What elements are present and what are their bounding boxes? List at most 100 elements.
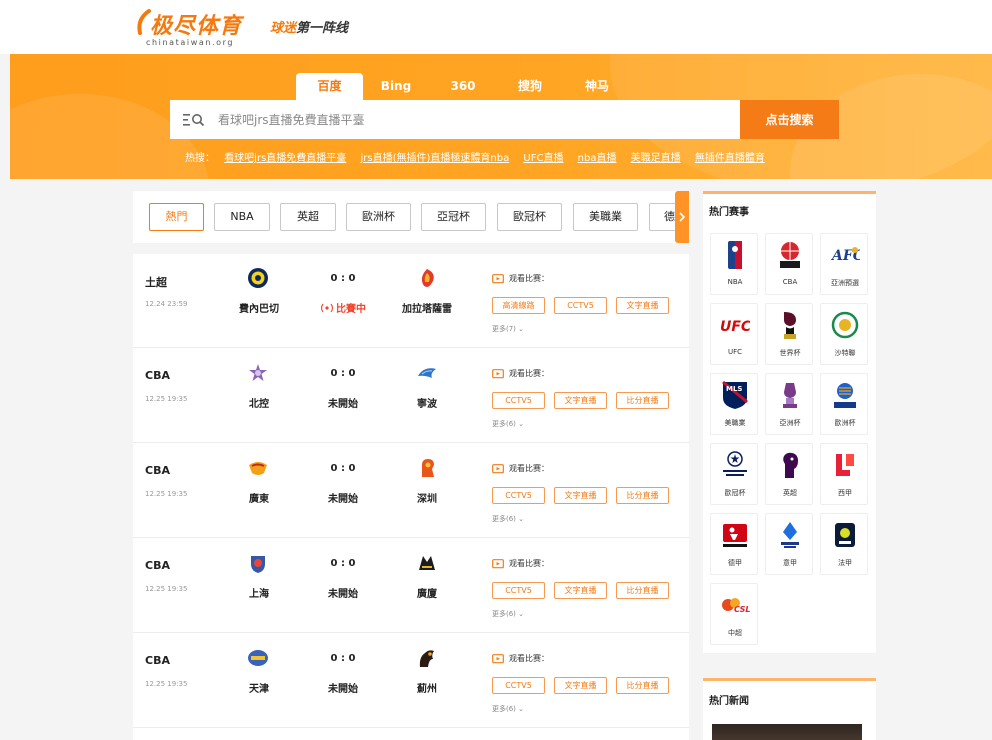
match-status-live: 比賽中: [309, 300, 377, 315]
event-euro[interactable]: 歐洲杯: [820, 373, 868, 435]
category-tab-afc-cup[interactable]: 亞冠杯: [421, 203, 486, 231]
stream-link[interactable]: CCTV5: [492, 677, 545, 694]
stream-link[interactable]: 文字直播: [616, 297, 669, 314]
match-status: 未開始: [328, 399, 358, 410]
event-premier-league[interactable]: 英超: [765, 443, 813, 505]
match-row[interactable]: CBA 12.25 19:35 0 : 0 上海 未開始 廣廈 观看比赛： CC…: [133, 539, 689, 633]
stream-link[interactable]: 文字直播: [554, 487, 607, 504]
shanghai-logo-icon: [251, 556, 265, 573]
hot-search-bar: 热搜： 看球吧jrs直播免費直播平臺 jrs直播(無插件)直播極速體育nba U…: [185, 149, 776, 164]
site-logo[interactable]: 极尽体育: [150, 8, 242, 40]
more-links-button[interactable]: 更多(6) ⌄: [492, 609, 524, 619]
event-bundesliga[interactable]: 德甲: [710, 513, 758, 575]
ufc-logo-icon: UFC: [720, 319, 750, 335]
hot-search-label: 热搜：: [185, 153, 215, 164]
search-button[interactable]: 点击搜索: [740, 100, 839, 139]
chevron-right-icon: [679, 212, 686, 222]
stream-link[interactable]: 高清線路: [492, 297, 545, 314]
engine-tab-sogou[interactable]: 搜狗: [502, 73, 558, 100]
search-input[interactable]: [218, 108, 718, 132]
hot-search-link[interactable]: jrs直播(無插件)直播極速體育nba: [360, 153, 509, 164]
more-links-button[interactable]: 更多(7) ⌄: [492, 324, 524, 334]
stream-link[interactable]: 比分直播: [616, 582, 669, 599]
category-tab-nba[interactable]: NBA: [214, 203, 270, 231]
event-laliga[interactable]: 西甲: [820, 443, 868, 505]
event-serie-a[interactable]: 意甲: [765, 513, 813, 575]
afc-logo-icon: AFC: [830, 247, 860, 264]
stream-link[interactable]: 文字直播: [554, 392, 607, 409]
match-away-team[interactable]: 加拉塔薩雷: [389, 300, 465, 315]
search-icon: [183, 114, 205, 127]
event-mls[interactable]: MLS 美職業: [710, 373, 758, 435]
event-cba[interactable]: CBA: [765, 233, 813, 295]
hot-search-link[interactable]: 看球吧jrs直播免費直播平臺: [224, 153, 346, 164]
match-row[interactable]: CBA 12.25 19:35 0 : 0 天津 未開始 薊州 观看比赛： CC…: [133, 634, 689, 728]
match-status: 未開始: [328, 589, 358, 600]
match-away-team[interactable]: 薊州: [389, 680, 465, 695]
engine-tab-shenma[interactable]: 神马: [569, 73, 625, 100]
stream-link[interactable]: 比分直播: [616, 487, 669, 504]
category-tab-hot[interactable]: 熱門: [149, 203, 204, 231]
stream-link[interactable]: CCTV5: [492, 392, 545, 409]
svg-text:UFC: UFC: [720, 319, 750, 335]
stream-link[interactable]: CCTV5: [492, 582, 545, 599]
more-links-button[interactable]: 更多(6) ⌄: [492, 704, 524, 714]
match-row[interactable]: CBA 12.25 19:35 0 : 0 廣東 未開始 深圳 观看比赛： CC…: [133, 444, 689, 538]
serie-a-logo-icon: [781, 522, 799, 548]
category-tab-euro[interactable]: 歐洲杯: [346, 203, 411, 231]
match-home-team[interactable]: 廣東: [221, 490, 297, 505]
stream-link[interactable]: 文字直播: [554, 677, 607, 694]
category-tab-ucl[interactable]: 歐冠杯: [497, 203, 562, 231]
match-home-team[interactable]: 北控: [221, 395, 297, 410]
hot-search-link[interactable]: UFC直播: [523, 153, 563, 164]
euro-logo-icon: [834, 383, 856, 408]
stream-link[interactable]: CCTV5: [554, 297, 607, 314]
beikong-logo-icon: [249, 364, 267, 381]
more-links-button[interactable]: 更多(6) ⌄: [492, 419, 524, 429]
engine-tab-baidu[interactable]: 百度: [296, 73, 363, 100]
event-ufc[interactable]: UFC UFC: [710, 303, 758, 365]
more-links-button[interactable]: 更多(6) ⌄: [492, 514, 524, 524]
match-home-team[interactable]: 天津: [221, 680, 297, 695]
category-tab-mls[interactable]: 美職業: [573, 203, 638, 231]
match-home-team[interactable]: 費內巴切: [221, 300, 297, 315]
hot-search-link[interactable]: nba直播: [578, 153, 617, 164]
ligue1-logo-icon: [835, 523, 855, 547]
hot-search-link[interactable]: 無插件直播體育: [695, 153, 765, 164]
category-scroll-right-button[interactable]: [675, 191, 689, 243]
asian-cup-logo-icon: [783, 383, 797, 408]
premier-league-logo-icon: [783, 452, 798, 478]
event-world-cup[interactable]: 世界杯: [765, 303, 813, 365]
match-away-team[interactable]: 寧波: [389, 395, 465, 410]
ningbo-logo-icon: [418, 368, 436, 378]
event-ligue1[interactable]: 法甲: [820, 513, 868, 575]
match-away-team[interactable]: 深圳: [389, 490, 465, 505]
tv-icon: [492, 463, 504, 473]
event-saudi-league[interactable]: 沙特聯: [820, 303, 868, 365]
match-row[interactable]: 土超 12.24 23:59 0 : 0 費內巴切 比賽中 加拉塔薩雷 观看比赛…: [133, 254, 689, 348]
stream-link[interactable]: 文字直播: [554, 582, 607, 599]
match-status: 未開始: [328, 684, 358, 695]
event-afc-qualifiers[interactable]: AFC 亞洲預選: [820, 233, 868, 295]
engine-tab-bing[interactable]: Bing: [368, 73, 424, 100]
stream-link[interactable]: CCTV5: [492, 487, 545, 504]
engine-tab-360[interactable]: 360: [435, 73, 491, 100]
match-away-team[interactable]: 廣廈: [389, 585, 465, 600]
stream-link[interactable]: 比分直播: [616, 677, 669, 694]
event-champions-league[interactable]: 歐冠杯: [710, 443, 758, 505]
hot-news-title: 热门新闻: [709, 696, 749, 707]
hot-search-link[interactable]: 美職足直播: [631, 153, 681, 164]
match-time: 12.24 23:59: [145, 300, 188, 308]
match-status: 未開始: [328, 494, 358, 505]
event-asian-cup[interactable]: 亞洲杯: [765, 373, 813, 435]
live-signal-icon: [320, 303, 334, 312]
category-tab-premier-league[interactable]: 英超: [280, 203, 336, 231]
match-league: CBA: [145, 464, 170, 477]
match-row[interactable]: CBA 12.25 19:35 0 : 0 北控 未開始 寧波 观看比赛： CC…: [133, 349, 689, 443]
stream-link[interactable]: 比分直播: [616, 392, 669, 409]
event-nba[interactable]: NBA: [710, 233, 758, 295]
event-csl[interactable]: CSL 中超: [710, 583, 758, 645]
match-time: 12.25 19:35: [145, 395, 188, 403]
match-home-team[interactable]: 上海: [221, 585, 297, 600]
news-thumbnail[interactable]: [712, 724, 862, 740]
